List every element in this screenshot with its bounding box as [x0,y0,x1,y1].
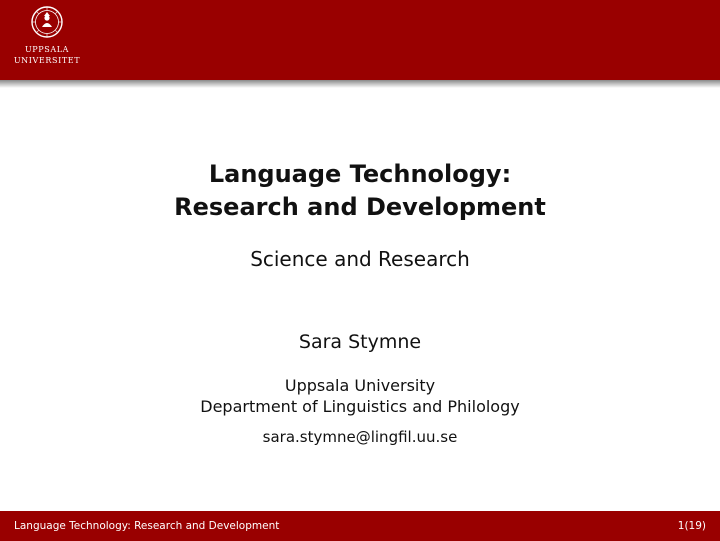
slide-title: Language Technology: Research and Develo… [0,158,720,224]
header-shadow [0,80,720,88]
logo-text-uppsala: UPPSALA [24,45,70,54]
author-email: sara.stymne@lingfil.uu.se [262,428,458,446]
footer-bar: Language Technology: Research and Develo… [0,511,720,541]
institute-department: Department of Linguistics and Philology [200,397,520,416]
slide-title-line-2: Research and Development [174,193,546,221]
slide-title-line-1: Language Technology: [208,160,512,188]
header-bar: UPPSALA UNIVERSITET [0,0,720,80]
institute-university: Uppsala University [284,376,436,395]
slide-subtitle: Science and Research [250,247,470,271]
page-number: 1(19) [677,520,706,532]
footer-title: Language Technology: Research and Develo… [14,520,280,532]
university-logo: UPPSALA UNIVERSITET [0,6,94,66]
uppsala-university-seal-icon [31,6,63,38]
institute: Uppsala University Department of Linguis… [0,375,720,417]
author-name: Sara Stymne [298,331,422,353]
logo-text-universitet: UNIVERSITET [13,56,81,65]
